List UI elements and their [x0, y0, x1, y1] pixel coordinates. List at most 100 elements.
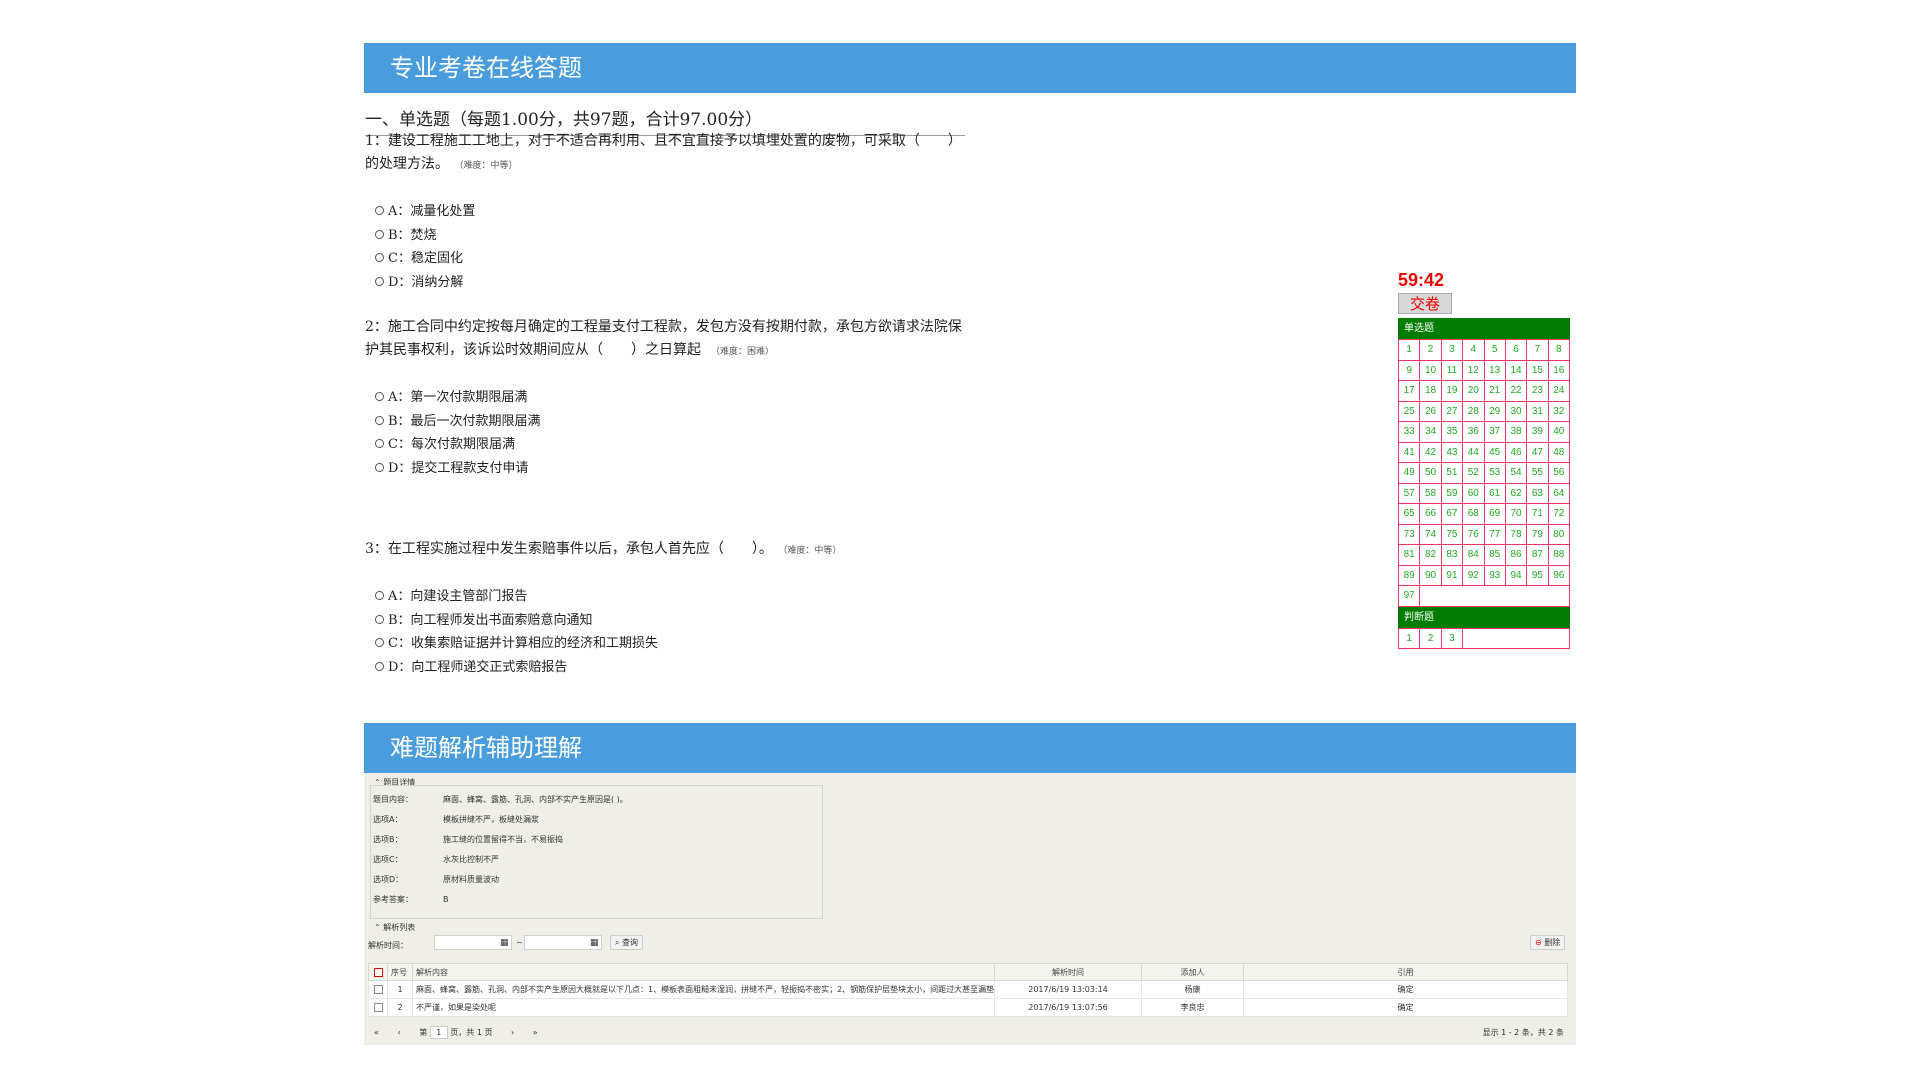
question-nav-16[interactable]: 16	[1548, 360, 1570, 381]
option-a[interactable]: A：第一次付款期限届满	[365, 386, 970, 410]
question-nav-39[interactable]: 39	[1527, 422, 1549, 443]
question-nav-76[interactable]: 76	[1463, 524, 1485, 545]
radio-icon[interactable]	[375, 638, 384, 647]
question-nav-51[interactable]: 51	[1441, 463, 1464, 484]
question-nav-81[interactable]: 81	[1399, 545, 1421, 566]
question-nav-64[interactable]: 64	[1548, 483, 1570, 504]
question-nav-66[interactable]: 66	[1420, 504, 1442, 525]
question-nav-28[interactable]: 28	[1463, 401, 1485, 422]
question-nav-27[interactable]: 27	[1441, 401, 1464, 422]
question-nav-4[interactable]: 4	[1463, 340, 1485, 361]
question-nav-75[interactable]: 75	[1441, 524, 1464, 545]
question-nav-86[interactable]: 86	[1505, 545, 1528, 566]
option-d[interactable]: D：消纳分解	[365, 271, 970, 295]
option-b[interactable]: B：焚烧	[365, 224, 970, 248]
table-row[interactable]: 1 麻面、蜂窝、露筋、孔洞、内部不实产生原因大概就是以下几点：1、模板表面粗糙未…	[368, 980, 1568, 999]
radio-icon[interactable]	[375, 439, 384, 448]
question-nav-9[interactable]: 9	[1399, 360, 1421, 381]
calendar-icon[interactable]: ▦	[590, 938, 599, 948]
question-nav-69[interactable]: 69	[1484, 504, 1506, 525]
list-legend[interactable]: ⌃ 解析列表	[374, 922, 415, 933]
radio-icon[interactable]	[375, 661, 384, 671]
option-b[interactable]: B：最后一次付款期限届满	[365, 410, 970, 434]
question-nav-21[interactable]: 21	[1484, 381, 1506, 402]
question-nav-6[interactable]: 6	[1505, 340, 1528, 361]
delete-button[interactable]: ⊖ 删除	[1530, 935, 1566, 950]
question-nav-80[interactable]: 80	[1548, 524, 1570, 545]
radio-icon[interactable]	[375, 229, 384, 239]
select-all-checkbox[interactable]	[373, 967, 383, 977]
question-nav-13[interactable]: 13	[1484, 360, 1506, 381]
first-page-button[interactable]: «	[374, 1028, 379, 1037]
question-nav-94[interactable]: 94	[1505, 565, 1528, 586]
question-nav-82[interactable]: 82	[1420, 545, 1442, 566]
question-nav-10[interactable]: 10	[1420, 360, 1442, 381]
question-nav-65[interactable]: 65	[1399, 504, 1421, 525]
option-d[interactable]: D：向工程师递交正式索赔报告	[365, 656, 970, 680]
question-nav-63[interactable]: 63	[1527, 483, 1549, 504]
question-nav-31[interactable]: 31	[1527, 401, 1549, 422]
question-nav-71[interactable]: 71	[1527, 504, 1549, 525]
question-nav-88[interactable]: 88	[1548, 545, 1570, 566]
table-row[interactable]: 2 不严谨，如果是染处呢 2017/6/19 13:07:56 李良忠 确定	[368, 998, 1568, 1017]
question-nav-83[interactable]: 83	[1441, 545, 1464, 566]
question-nav-12[interactable]: 12	[1463, 360, 1485, 381]
question-nav-17[interactable]: 17	[1399, 381, 1421, 402]
question-nav-41[interactable]: 41	[1399, 442, 1421, 463]
radio-icon[interactable]	[375, 614, 384, 624]
question-nav-23[interactable]: 23	[1527, 381, 1549, 402]
judge-nav-3[interactable]: 3	[1441, 628, 1464, 649]
question-nav-97[interactable]: 97	[1399, 586, 1421, 607]
question-nav-18[interactable]: 18	[1420, 381, 1442, 402]
row-checkbox[interactable]	[373, 985, 383, 994]
question-nav-62[interactable]: 62	[1505, 483, 1528, 504]
row-ref-link[interactable]: 确定	[1243, 980, 1568, 999]
row-select-cell[interactable]	[368, 998, 388, 1017]
question-nav-96[interactable]: 96	[1548, 565, 1570, 586]
option-b[interactable]: B：向工程师发出书面索赔意向通知	[365, 609, 970, 633]
question-nav-22[interactable]: 22	[1505, 381, 1528, 402]
option-d[interactable]: D：提交工程款支付申请	[365, 457, 970, 481]
question-nav-68[interactable]: 68	[1463, 504, 1485, 525]
question-nav-46[interactable]: 46	[1505, 442, 1528, 463]
option-c[interactable]: C：稳定固化	[365, 247, 970, 271]
query-button[interactable]: ⌕ 查询	[610, 935, 644, 950]
radio-icon[interactable]	[375, 591, 384, 600]
question-nav-47[interactable]: 47	[1527, 442, 1549, 463]
question-nav-38[interactable]: 38	[1505, 422, 1528, 443]
question-nav-85[interactable]: 85	[1484, 545, 1506, 566]
question-nav-93[interactable]: 93	[1484, 565, 1506, 586]
question-nav-11[interactable]: 11	[1441, 360, 1464, 381]
prev-page-button[interactable]: ‹	[397, 1028, 400, 1037]
next-page-button[interactable]: ›	[511, 1028, 514, 1037]
row-ref-link[interactable]: 确定	[1243, 998, 1568, 1017]
row-checkbox[interactable]	[373, 1003, 383, 1012]
calendar-icon[interactable]: ▦	[500, 938, 509, 948]
question-nav-34[interactable]: 34	[1420, 422, 1442, 443]
judge-nav-1[interactable]: 1	[1399, 628, 1421, 649]
page-number-input[interactable]: 1	[429, 1026, 448, 1039]
option-a[interactable]: A：向建设主管部门报告	[365, 585, 970, 609]
question-nav-70[interactable]: 70	[1505, 504, 1528, 525]
question-nav-14[interactable]: 14	[1505, 360, 1528, 381]
question-nav-29[interactable]: 29	[1484, 401, 1506, 422]
question-nav-30[interactable]: 30	[1505, 401, 1528, 422]
question-nav-56[interactable]: 56	[1548, 463, 1570, 484]
radio-icon[interactable]	[375, 415, 384, 425]
question-nav-54[interactable]: 54	[1505, 463, 1528, 484]
question-nav-20[interactable]: 20	[1463, 381, 1485, 402]
option-c[interactable]: C：收集索赔证据并计算相应的经济和工期损失	[365, 632, 970, 656]
question-nav-36[interactable]: 36	[1463, 422, 1485, 443]
radio-icon[interactable]	[375, 392, 384, 401]
select-all-cell[interactable]	[368, 963, 388, 981]
question-nav-37[interactable]: 37	[1484, 422, 1506, 443]
question-nav-89[interactable]: 89	[1399, 565, 1421, 586]
question-nav-87[interactable]: 87	[1527, 545, 1549, 566]
question-nav-45[interactable]: 45	[1484, 442, 1506, 463]
radio-icon[interactable]	[375, 276, 384, 286]
question-nav-61[interactable]: 61	[1484, 483, 1506, 504]
question-nav-42[interactable]: 42	[1420, 442, 1442, 463]
question-nav-8[interactable]: 8	[1548, 340, 1570, 361]
question-nav-74[interactable]: 74	[1420, 524, 1442, 545]
question-nav-59[interactable]: 59	[1441, 483, 1464, 504]
